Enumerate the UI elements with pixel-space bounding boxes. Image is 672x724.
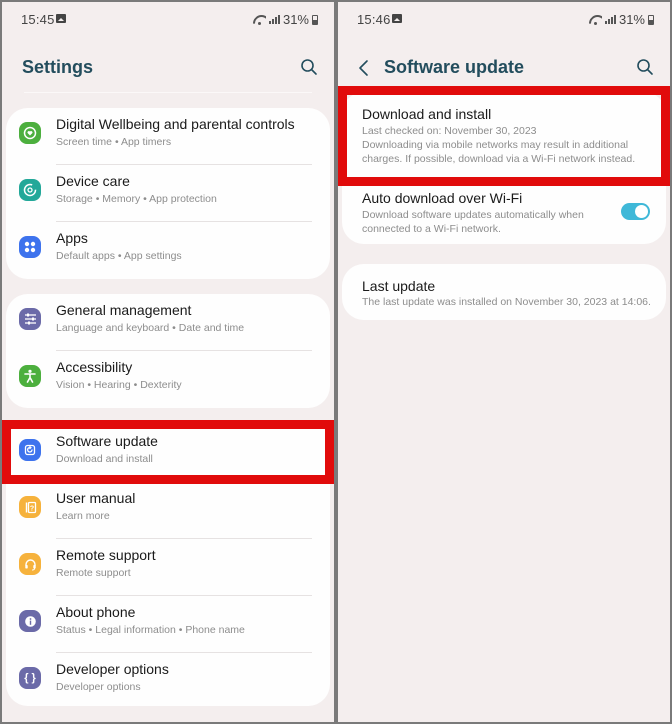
apps-icon: [19, 236, 41, 258]
battery-icon: [312, 14, 318, 25]
gallery-notification-icon: [392, 14, 402, 23]
item-subtitle: Default apps • App settings: [56, 250, 182, 262]
wifi-icon: [253, 15, 266, 25]
settings-item-general-management[interactable]: General management Language and keyboard…: [6, 294, 330, 351]
update-options-card: Download and install Last checked on: No…: [342, 92, 666, 244]
header-divider: [24, 92, 312, 93]
settings-item-about-phone[interactable]: About phone Status • Legal information •…: [6, 596, 330, 653]
download-title: Download and install: [362, 106, 492, 122]
page-title: Settings: [22, 57, 94, 77]
auto-download-subtitle: Download software updates automatically …: [362, 209, 584, 235]
last-update-item[interactable]: Last update The last update was installe…: [342, 264, 666, 320]
item-subtitle: Remote support: [56, 567, 131, 579]
software-update-icon: [19, 439, 41, 461]
item-subtitle: Vision • Hearing • Dexterity: [56, 379, 182, 391]
last-update-card: Last update The last update was installe…: [342, 264, 666, 320]
last-update-title: Last update: [362, 278, 436, 294]
battery-percent: 31%: [618, 12, 645, 27]
signal-icon: [268, 15, 280, 24]
app-header: Settings: [2, 54, 334, 84]
settings-group-1: Digital Wellbeing and parental controls …: [6, 108, 330, 279]
item-subtitle: Status • Legal information • Phone name: [56, 624, 245, 636]
item-title: General management: [56, 302, 192, 318]
item-subtitle: Screen time • App timers: [56, 136, 172, 148]
settings-item-remote-support[interactable]: Remote support Remote support: [6, 539, 330, 596]
item-title: Digital Wellbeing and parental controls: [56, 116, 295, 132]
auto-download-title: Auto download over Wi-Fi: [362, 190, 523, 206]
item-title: Software update: [56, 433, 158, 449]
item-title: Developer options: [56, 661, 169, 677]
accessibility-icon: [19, 365, 41, 387]
status-time: 15:46: [357, 12, 391, 27]
settings-item-digital-wellbeing[interactable]: Digital Wellbeing and parental controls …: [6, 108, 330, 165]
last-checked-text: Last checked on: November 30, 2023: [362, 125, 537, 137]
gallery-notification-icon: [56, 14, 66, 23]
settings-screen: 15:45 31% Settings Digital Wellbeing and…: [2, 2, 334, 722]
digital-wellbeing-icon: [19, 122, 41, 144]
software-update-screen: 15:46 31% Software update Download and i…: [338, 2, 670, 722]
settings-item-device-care[interactable]: Device care Storage • Memory • App prote…: [6, 165, 330, 222]
auto-download-toggle[interactable]: [621, 203, 650, 220]
wifi-icon: [589, 15, 602, 25]
user-manual-icon: ?: [19, 496, 41, 518]
item-title: Device care: [56, 173, 130, 189]
settings-item-developer-options[interactable]: { } Developer options Developer options: [6, 653, 330, 710]
signal-icon: [604, 15, 616, 24]
settings-group-2: General management Language and keyboard…: [6, 294, 330, 408]
item-title: User manual: [56, 490, 136, 506]
settings-item-accessibility[interactable]: Accessibility Vision • Hearing • Dexteri…: [6, 351, 330, 408]
settings-item-apps[interactable]: Apps Default apps • App settings: [6, 222, 330, 279]
auto-download-item[interactable]: Auto download over Wi-Fi Download softwa…: [342, 184, 666, 242]
item-subtitle: Download and install: [56, 453, 153, 465]
developer-options-icon: { }: [19, 667, 41, 689]
download-warning-text: Downloading via mobile networks may resu…: [362, 139, 636, 165]
device-care-icon: [19, 179, 41, 201]
item-title: Accessibility: [56, 359, 133, 375]
general-management-icon: [19, 308, 41, 330]
page-title: Software update: [384, 57, 525, 77]
settings-item-software-update[interactable]: Software update Download and install: [6, 425, 330, 482]
item-subtitle: Storage • Memory • App protection: [56, 193, 217, 205]
svg-text:?: ?: [29, 505, 33, 512]
status-bar: 15:45 31%: [2, 12, 334, 28]
back-icon[interactable]: [356, 58, 372, 78]
app-header: Software update: [338, 54, 670, 84]
battery-percent: 31%: [282, 12, 309, 27]
settings-group-3: Software update Download and install ? U…: [6, 422, 330, 706]
settings-item-user-manual[interactable]: ? User manual Learn more: [6, 482, 330, 539]
battery-icon: [648, 14, 654, 25]
item-title: Remote support: [56, 547, 156, 563]
item-subtitle: Learn more: [56, 510, 110, 522]
remote-support-icon: [19, 553, 41, 575]
search-icon[interactable]: [300, 58, 318, 76]
status-bar: 15:46 31%: [338, 12, 670, 28]
item-subtitle: Developer options: [56, 681, 141, 693]
item-title: Apps: [56, 230, 88, 246]
item-subtitle: Language and keyboard • Date and time: [56, 322, 245, 334]
download-and-install-item[interactable]: Download and install Last checked on: No…: [342, 92, 666, 182]
last-update-subtitle: The last update was installed on Novembe…: [362, 296, 651, 308]
status-time: 15:45: [21, 12, 55, 27]
about-phone-icon: [19, 610, 41, 632]
search-icon[interactable]: [636, 58, 654, 76]
item-title: About phone: [56, 604, 136, 620]
